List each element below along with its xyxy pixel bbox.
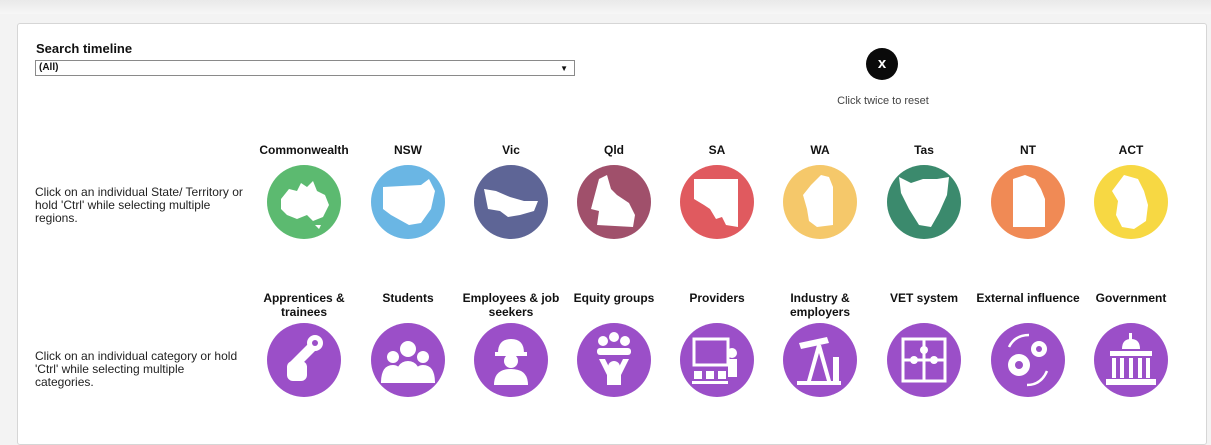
region-tile-commonwealth[interactable]: Commonwealth — [244, 143, 364, 239]
region-instruction: Click on an individual State/ Territory … — [35, 185, 243, 225]
region-label: SA — [708, 143, 726, 157]
region-tile-wa[interactable]: WA — [760, 143, 880, 239]
category-tile-industry-and-employers[interactable]: Industry & employers — [760, 291, 880, 397]
region-tile-tas[interactable]: Tas — [864, 143, 984, 239]
category-tile-external-influence[interactable]: External influence — [968, 291, 1088, 397]
region-label: Qld — [604, 143, 624, 157]
gears-cycle-icon — [1007, 333, 1049, 387]
top-shade — [0, 0, 1211, 14]
category-button[interactable] — [474, 323, 548, 397]
qld-map-icon — [591, 175, 635, 227]
wa-map-icon — [803, 175, 833, 227]
region-button[interactable] — [371, 165, 445, 239]
region-tile-act[interactable]: ACT — [1071, 143, 1191, 239]
region-button[interactable] — [1094, 165, 1168, 239]
region-button[interactable] — [474, 165, 548, 239]
region-button[interactable] — [783, 165, 857, 239]
region-label: Vic — [502, 143, 520, 157]
region-button[interactable] — [887, 165, 961, 239]
category-tile-equity-groups[interactable]: Equity groups — [554, 291, 674, 397]
region-label: NT — [1020, 143, 1036, 157]
parliament-building-icon — [1106, 333, 1156, 385]
region-button[interactable] — [680, 165, 754, 239]
category-button[interactable] — [371, 323, 445, 397]
region-tile-vic[interactable]: Vic — [451, 143, 571, 239]
region-label: Tas — [914, 143, 934, 157]
category-label: Industry & employers — [789, 291, 851, 319]
region-tile-nt[interactable]: NT — [968, 143, 1088, 239]
category-button[interactable] — [991, 323, 1065, 397]
reset-hint: Click twice to reset — [837, 95, 929, 107]
region-button[interactable] — [267, 165, 341, 239]
australia-map-icon — [281, 181, 329, 229]
sa-map-icon — [694, 179, 738, 227]
category-tile-apprentices-and-trainees[interactable]: Apprentices & trainees — [244, 291, 364, 397]
category-label: Equity groups — [573, 291, 655, 305]
region-label: NSW — [394, 143, 422, 157]
oil-pump-icon — [797, 337, 841, 385]
category-tile-students[interactable]: Students — [348, 291, 468, 397]
region-tile-qld[interactable]: Qld — [554, 143, 674, 239]
presenter-board-icon — [692, 337, 737, 384]
category-label: External influence — [976, 291, 1080, 305]
search-label: Search timeline — [36, 41, 133, 56]
search-timeline-select[interactable]: (All) ▼ — [35, 60, 575, 76]
category-label: Government — [1095, 291, 1167, 305]
category-button[interactable] — [577, 323, 651, 397]
category-label: Students — [382, 291, 434, 305]
category-tile-government[interactable]: Government — [1071, 291, 1191, 397]
region-tile-sa[interactable]: SA — [657, 143, 777, 239]
nt-map-icon — [1013, 175, 1045, 227]
category-label: Providers — [689, 291, 745, 305]
region-label: Commonwealth — [259, 143, 349, 157]
category-tile-employees-and-job-seekers[interactable]: Employees & job seekers — [451, 291, 571, 397]
community-icon — [597, 332, 631, 385]
wrench-hand-icon — [287, 335, 323, 381]
category-tile-vet-system[interactable]: VET system — [864, 291, 984, 397]
search-selected-value: (All) — [39, 62, 59, 73]
category-button[interactable] — [680, 323, 754, 397]
category-button[interactable] — [1094, 323, 1168, 397]
region-button[interactable] — [991, 165, 1065, 239]
tas-map-icon — [899, 177, 949, 227]
region-label: WA — [810, 143, 830, 157]
region-tile-nsw[interactable]: NSW — [348, 143, 468, 239]
category-button[interactable] — [267, 323, 341, 397]
category-button[interactable] — [783, 323, 857, 397]
group-people-icon — [381, 341, 435, 383]
region-label: ACT — [1118, 143, 1144, 157]
nsw-map-icon — [383, 179, 435, 225]
category-label: VET system — [889, 291, 959, 305]
category-button[interactable] — [887, 323, 961, 397]
puzzle-icon — [901, 337, 947, 383]
hardhat-worker-icon — [494, 339, 528, 385]
category-instruction: Click on an individual category or hold … — [35, 349, 238, 389]
reset-button[interactable]: x — [866, 48, 898, 80]
dropdown-arrow-icon: ▼ — [560, 64, 568, 73]
category-tile-providers[interactable]: Providers — [657, 291, 777, 397]
act-map-icon — [1112, 175, 1148, 229]
category-label: Employees & job seekers — [462, 291, 560, 319]
category-label: Apprentices & trainees — [263, 291, 345, 319]
vic-map-icon — [484, 189, 538, 217]
region-button[interactable] — [577, 165, 651, 239]
